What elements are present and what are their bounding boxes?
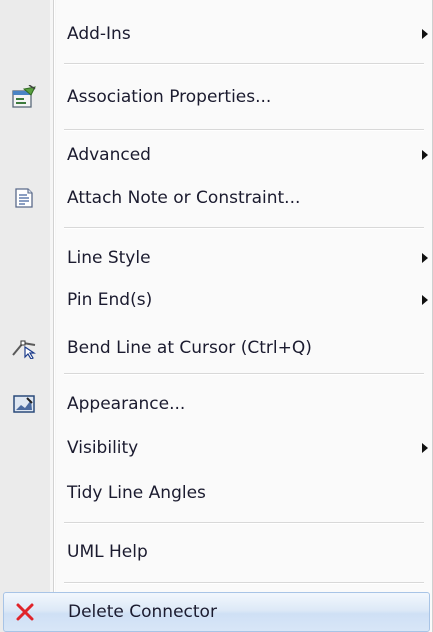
menu-item-label: Attach Note or Constraint... bbox=[67, 188, 301, 208]
menu-item-appearance[interactable]: Appearance... bbox=[0, 382, 433, 426]
menu-separator bbox=[64, 522, 424, 524]
menu-item-uml-help[interactable]: UML Help bbox=[0, 530, 433, 574]
menu-item-label: Line Style bbox=[67, 248, 151, 268]
appearance-icon bbox=[10, 390, 38, 418]
menu-item-label: Delete Connector bbox=[68, 602, 217, 622]
context-menu: Add-Ins Association Properties... Advanc… bbox=[0, 0, 433, 632]
menu-item-label: Bend Line at Cursor (Ctrl+Q) bbox=[67, 338, 312, 358]
submenu-arrow-icon bbox=[422, 443, 428, 453]
menu-item-label: Appearance... bbox=[67, 394, 186, 414]
submenu-arrow-icon bbox=[422, 150, 428, 160]
menu-item-label: Visibility bbox=[67, 438, 139, 458]
menu-item-visibility[interactable]: Visibility bbox=[0, 426, 433, 470]
menu-separator bbox=[64, 63, 424, 65]
menu-separator bbox=[64, 582, 424, 584]
properties-icon bbox=[10, 83, 38, 111]
submenu-arrow-icon bbox=[422, 253, 428, 263]
menu-item-delete-connector[interactable]: Delete Connector bbox=[3, 592, 430, 632]
menu-item-add-ins[interactable]: Add-Ins bbox=[0, 12, 433, 56]
menu-item-line-style[interactable]: Line Style bbox=[0, 236, 433, 280]
bend-line-icon bbox=[10, 334, 38, 362]
menu-item-label: Association Properties... bbox=[67, 87, 272, 107]
menu-item-bend-line[interactable]: Bend Line at Cursor (Ctrl+Q) bbox=[0, 326, 433, 370]
menu-item-label: Advanced bbox=[67, 145, 151, 165]
menu-item-attach-note[interactable]: Attach Note or Constraint... bbox=[0, 176, 433, 220]
menu-item-label: Tidy Line Angles bbox=[67, 483, 206, 503]
submenu-arrow-icon bbox=[422, 29, 428, 39]
menu-item-pin-ends[interactable]: Pin End(s) bbox=[0, 278, 433, 322]
delete-icon bbox=[11, 598, 39, 626]
menu-item-advanced[interactable]: Advanced bbox=[0, 133, 433, 177]
menu-item-tidy-line-angles[interactable]: Tidy Line Angles bbox=[0, 471, 433, 515]
menu-item-label: Add-Ins bbox=[67, 24, 131, 44]
menu-item-association-properties[interactable]: Association Properties... bbox=[0, 75, 433, 119]
menu-separator bbox=[64, 373, 424, 375]
menu-separator bbox=[64, 227, 424, 229]
note-icon bbox=[10, 184, 38, 212]
menu-item-label: UML Help bbox=[67, 542, 148, 562]
submenu-arrow-icon bbox=[422, 295, 428, 305]
menu-item-label: Pin End(s) bbox=[67, 290, 153, 310]
menu-separator bbox=[64, 129, 424, 131]
